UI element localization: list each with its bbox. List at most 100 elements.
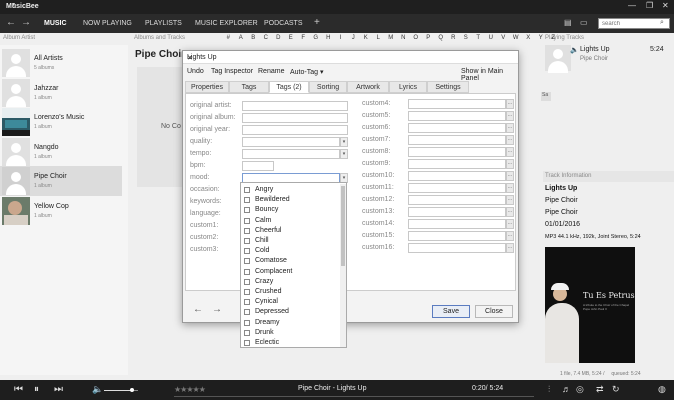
- alpha-filter[interactable]: O: [410, 35, 423, 41]
- quality-select[interactable]: [242, 137, 340, 147]
- alpha-filter[interactable]: K: [360, 35, 373, 41]
- alpha-filter[interactable]: L: [372, 35, 385, 41]
- alpha-filter[interactable]: Z: [547, 35, 560, 41]
- artist-item[interactable]: Lorenzo's Music 1 album: [0, 107, 122, 137]
- volume-slider-handle[interactable]: [130, 388, 134, 392]
- ellipsis-button[interactable]: ...: [506, 207, 514, 217]
- tab-tags[interactable]: Tags: [229, 81, 269, 93]
- checkbox[interactable]: [244, 268, 250, 275]
- maximize-icon[interactable]: ❐: [646, 1, 653, 10]
- tab-artwork[interactable]: Artwork: [347, 81, 389, 93]
- custom7-field[interactable]: [408, 135, 506, 145]
- alpha-filter[interactable]: R: [447, 35, 460, 41]
- ellipsis-button[interactable]: ...: [506, 135, 514, 145]
- ellipsis-button[interactable]: ...: [506, 195, 514, 205]
- checkbox[interactable]: [244, 319, 250, 326]
- artist-item[interactable]: Nangdo 1 album: [0, 137, 122, 167]
- checkbox[interactable]: [244, 299, 250, 306]
- ellipsis-button[interactable]: ...: [506, 219, 514, 229]
- alpha-filter[interactable]: T: [472, 35, 485, 41]
- back-arrow-icon[interactable]: ←: [6, 17, 16, 28]
- artist-item[interactable]: All Artists 5 albums: [0, 48, 122, 78]
- rating-stars[interactable]: ★★★★★: [174, 385, 206, 394]
- alpha-filter[interactable]: U: [485, 35, 498, 41]
- tab-now-playing[interactable]: NOW PLAYING: [83, 20, 132, 27]
- tab-lyrics[interactable]: Lyrics: [389, 81, 427, 93]
- custom15-field[interactable]: [408, 231, 506, 241]
- checkbox[interactable]: [244, 309, 250, 316]
- mood-option[interactable]: Eclectic: [244, 338, 339, 349]
- ellipsis-button[interactable]: ...: [506, 183, 514, 193]
- show-in-main-panel-button[interactable]: Show in Main Panel: [461, 68, 518, 82]
- tag-inspector-button[interactable]: Tag Inspector: [211, 68, 253, 75]
- prev-track-icon[interactable]: ⏮: [14, 384, 23, 395]
- checkbox[interactable]: [244, 258, 250, 265]
- alpha-filter[interactable]: X: [522, 35, 535, 41]
- tab-music-explorer[interactable]: MUSIC EXPLORER: [195, 20, 258, 27]
- rename-button[interactable]: Rename: [258, 68, 284, 75]
- visualizer-icon[interactable]: ◍: [658, 384, 666, 395]
- previous-track-arrow-icon[interactable]: ←: [193, 304, 203, 315]
- close-icon[interactable]: ✕: [187, 54, 193, 62]
- alpha-filter[interactable]: E: [285, 35, 298, 41]
- alpha-filter[interactable]: A: [235, 35, 248, 41]
- custom6-field[interactable]: [408, 123, 506, 133]
- checkbox[interactable]: [244, 217, 250, 224]
- minimize-icon[interactable]: —: [628, 1, 636, 10]
- add-tab-button[interactable]: +: [314, 17, 320, 28]
- checkbox[interactable]: [244, 227, 250, 234]
- custom10-field[interactable]: [408, 171, 506, 181]
- repeat-icon[interactable]: ↻: [612, 384, 620, 395]
- shuffle-icon[interactable]: ⇄: [596, 384, 604, 395]
- tempo-select[interactable]: [242, 149, 340, 159]
- ellipsis-button[interactable]: ...: [506, 123, 514, 133]
- undo-button[interactable]: Undo: [187, 68, 204, 75]
- seek-bar[interactable]: [174, 396, 534, 397]
- alpha-filter[interactable]: W: [510, 35, 523, 41]
- alpha-filter[interactable]: Q: [435, 35, 448, 41]
- tab-tags-2[interactable]: Tags (2): [269, 81, 309, 93]
- alpha-filter[interactable]: I: [335, 35, 348, 41]
- alpha-filter[interactable]: F: [297, 35, 310, 41]
- ellipsis-button[interactable]: ...: [506, 111, 514, 121]
- custom8-field[interactable]: [408, 147, 506, 157]
- app-menu-chevron-icon[interactable]: ▾: [12, 1, 15, 8]
- now-playing-title[interactable]: Lights Up: [580, 46, 610, 53]
- close-button[interactable]: Close: [475, 305, 513, 318]
- alpha-filter[interactable]: P: [422, 35, 435, 41]
- alpha-filter[interactable]: G: [310, 35, 323, 41]
- ellipsis-button[interactable]: ...: [506, 171, 514, 181]
- custom14-field[interactable]: [408, 219, 506, 229]
- checkbox[interactable]: [244, 207, 250, 214]
- original-album-field[interactable]: [242, 113, 348, 123]
- custom5-field[interactable]: [408, 111, 506, 121]
- custom13-field[interactable]: [408, 207, 506, 217]
- display-icon[interactable]: ▭: [580, 18, 588, 27]
- alpha-filter[interactable]: C: [260, 35, 273, 41]
- tab-podcasts[interactable]: PODCASTS: [264, 20, 303, 27]
- alpha-filter[interactable]: B: [247, 35, 260, 41]
- checkbox[interactable]: [244, 238, 250, 244]
- checkbox[interactable]: [244, 289, 250, 295]
- alpha-filter[interactable]: N: [397, 35, 410, 41]
- custom12-field[interactable]: [408, 195, 506, 205]
- equalizer-icon[interactable]: ⫶: [548, 384, 550, 395]
- artist-item[interactable]: Jahzzar 1 album: [0, 78, 122, 108]
- checkbox[interactable]: [244, 329, 250, 336]
- next-track-icon[interactable]: ⏭: [54, 384, 63, 395]
- original-year-field[interactable]: [242, 125, 348, 135]
- alpha-filter[interactable]: M: [385, 35, 398, 41]
- alpha-filter[interactable]: Y: [535, 35, 548, 41]
- next-track-arrow-icon[interactable]: →: [212, 304, 222, 315]
- ellipsis-button[interactable]: ...: [506, 147, 514, 157]
- chevron-down-icon[interactable]: ▾: [340, 149, 348, 159]
- alpha-filter[interactable]: V: [497, 35, 510, 41]
- artist-item[interactable]: Yellow Cop 1 album: [0, 196, 122, 226]
- custom11-field[interactable]: [408, 183, 506, 193]
- alpha-filter[interactable]: D: [272, 35, 285, 41]
- search-icon[interactable]: ⌕: [660, 19, 664, 27]
- alpha-filter[interactable]: H: [322, 35, 335, 41]
- ellipsis-button[interactable]: ...: [506, 159, 514, 169]
- artist-item-selected[interactable]: Pipe Choir 1 album: [0, 166, 122, 196]
- auto-tag-button[interactable]: Auto-Tag ▾: [290, 68, 323, 76]
